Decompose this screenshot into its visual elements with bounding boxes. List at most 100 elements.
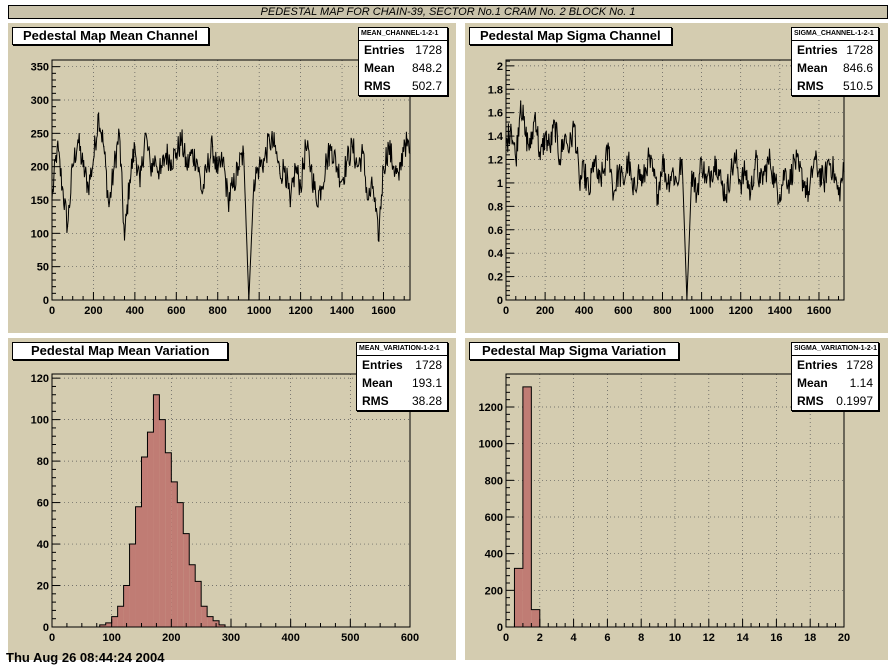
histogram-bar	[531, 609, 540, 627]
histogram-bar	[123, 585, 130, 627]
pad-mean-variation: 0 100 200 300 400 500 600 0 20 40 60 80 100 120 Pedes…	[8, 338, 456, 660]
y-tick-label: 1.6	[488, 108, 503, 120]
x-tick-label: 6	[604, 632, 610, 644]
x-tick-label: 14	[736, 632, 749, 644]
x-tick-label: 400	[281, 632, 299, 644]
stats-rms-label: RMS	[362, 394, 389, 408]
x-tick-label: 20	[838, 632, 850, 644]
plot-area	[52, 374, 410, 627]
x-tick-label: 1400	[768, 305, 792, 317]
pad-mean-channel: 0 200 400 600 800 1000 1200 1400 1600 0 50 100 150 20…	[8, 23, 456, 333]
stats-entries-label: Entries	[797, 358, 838, 372]
sigma-channel-title: Pedestal Map Sigma Channel	[469, 27, 672, 45]
x-tick-label: 4	[571, 632, 578, 644]
stats-rms-value: 510.5	[842, 79, 873, 93]
stats-mean-value: 848.2	[411, 61, 442, 75]
histogram-bar	[189, 564, 196, 627]
stats-name: SIGMA_CHANNEL-1-2-1	[792, 28, 878, 41]
x-tick-label: 1000	[689, 305, 713, 317]
y-tick-label: 60	[37, 498, 49, 510]
mean-variation-stats-box: MEAN_VARIATION-1-2-1 Entries 1728 Mean 193…	[356, 342, 448, 411]
stats-rms-label: RMS	[364, 79, 391, 93]
x-tick-label: 200	[536, 305, 554, 317]
x-tick-label: 200	[84, 305, 102, 317]
x-tick-label: 0	[503, 632, 509, 644]
plot-area	[52, 60, 410, 300]
stats-entries-label: Entries	[364, 43, 405, 57]
mean-channel-title: Pedestal Map Mean Channel	[12, 27, 209, 45]
y-tick-label: 100	[31, 415, 49, 427]
stats-mean-label: Mean	[797, 376, 828, 390]
x-tick-label: 0	[49, 305, 55, 317]
stats-name: SIGMA_VARIATION-1-2-1	[792, 343, 878, 356]
y-tick-label: 0.8	[488, 201, 503, 213]
histogram-bar	[105, 622, 112, 627]
stats-entries-value: 1728	[415, 358, 442, 372]
x-tick-label: 1400	[330, 305, 354, 317]
y-tick-label: 600	[485, 512, 503, 524]
x-tick-label: 16	[770, 632, 782, 644]
stats-rms-label: RMS	[797, 79, 824, 93]
x-tick-label: 300	[222, 632, 240, 644]
stats-mean-label: Mean	[364, 61, 395, 75]
histogram-bar	[141, 456, 148, 627]
footer-timestamp: Thu Aug 26 08:44:24 2004	[6, 650, 165, 665]
histogram-bar	[129, 544, 136, 627]
x-tick-label: 800	[209, 305, 227, 317]
stats-entries-label: Entries	[797, 43, 838, 57]
stats-entries-label: Entries	[362, 358, 403, 372]
y-tick-label: 200	[485, 585, 503, 597]
y-tick-label: 400	[485, 549, 503, 561]
y-tick-label: 800	[485, 475, 503, 487]
histogram-bar	[153, 394, 160, 627]
y-tick-label: 250	[31, 128, 49, 140]
y-tick-label: 150	[31, 195, 49, 207]
x-tick-label: 1600	[807, 305, 831, 317]
x-tick-label: 1200	[728, 305, 752, 317]
y-tick-label: 1.8	[488, 84, 503, 96]
y-tick-label: 1.4	[488, 131, 504, 143]
pad-sigma-channel: 0 200 400 600 800 1000 1200 1400 1600 0 0.2 0.4 0.6 0…	[465, 23, 888, 333]
y-tick-label: 0	[43, 622, 49, 634]
y-tick-label: 0	[497, 622, 503, 634]
stats-entries-value: 1728	[415, 43, 442, 57]
stats-mean-value: 1.14	[849, 376, 873, 390]
x-tick-label: 18	[804, 632, 816, 644]
histogram-bar	[522, 386, 532, 627]
x-tick-label: 800	[653, 305, 671, 317]
y-tick-label: 50	[37, 262, 49, 274]
y-tick-label: 0.2	[488, 272, 503, 284]
x-tick-label: 400	[126, 305, 144, 317]
y-tick-label: 80	[37, 456, 49, 468]
stats-rms-label: RMS	[797, 394, 824, 408]
y-tick-label: 0.6	[488, 225, 503, 237]
histogram-bar	[171, 481, 178, 627]
y-tick-label: 120	[31, 373, 49, 385]
y-tick-label: 0	[497, 295, 503, 307]
x-tick-label: 1600	[371, 305, 395, 317]
histogram-bar	[117, 606, 124, 627]
y-tick-label: 40	[37, 539, 49, 551]
stats-rms-value: 38.28	[411, 394, 442, 408]
y-tick-label: 20	[37, 581, 49, 593]
histogram-bar	[111, 616, 118, 627]
x-tick-label: 600	[401, 632, 419, 644]
plot-area	[506, 374, 844, 627]
pad-sigma-variation: 0 2 4 6 8 10 12 14 16 18 20 0 200 400 600 800 1000 1200 P…	[465, 338, 888, 660]
stats-mean-value: 193.1	[411, 376, 442, 390]
stats-entries-value: 1728	[846, 43, 873, 57]
page-title: PEDESTAL MAP FOR CHAIN-39, SECTOR No.1 C…	[8, 5, 888, 19]
y-tick-label: 100	[31, 228, 49, 240]
y-tick-label: 300	[31, 95, 49, 107]
x-tick-label: 12	[703, 632, 715, 644]
y-tick-label: 1	[497, 178, 503, 190]
x-tick-label: 200	[162, 632, 180, 644]
histogram-bar	[207, 616, 214, 627]
histogram-bar	[159, 419, 166, 627]
histogram-bar	[177, 502, 184, 627]
x-tick-label: 1000	[247, 305, 271, 317]
y-tick-label: 1000	[479, 439, 503, 451]
histogram-bar	[195, 581, 202, 627]
x-tick-label: 1200	[288, 305, 312, 317]
histogram-bar	[514, 568, 523, 627]
